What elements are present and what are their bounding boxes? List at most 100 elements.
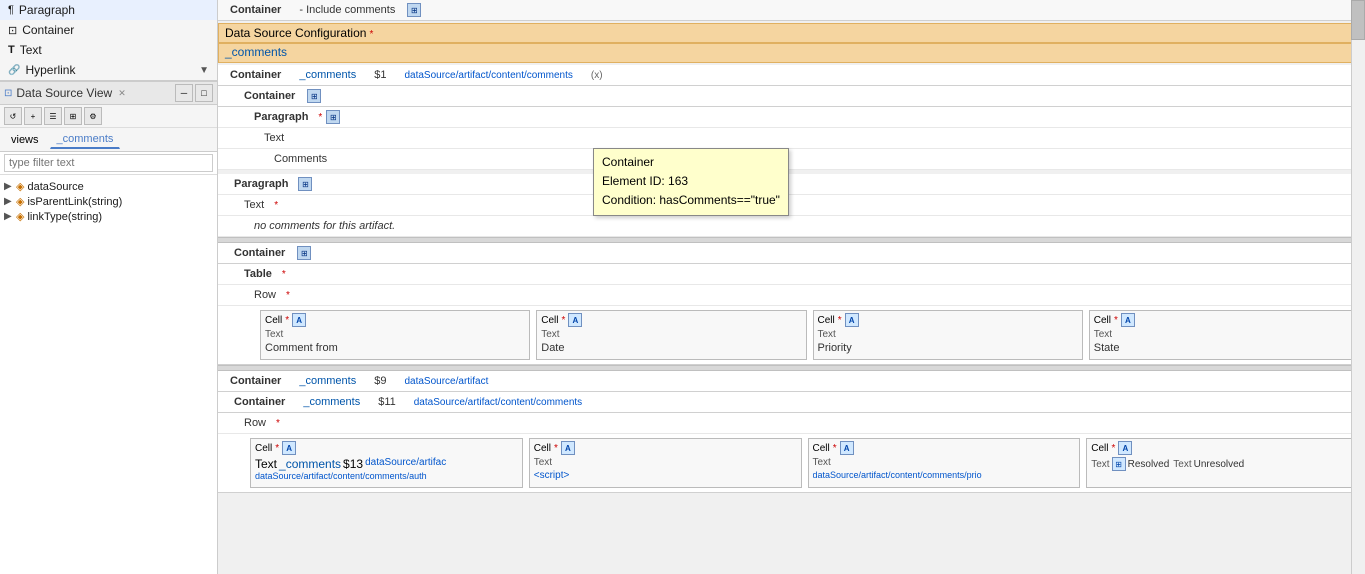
data-value-4a: Resolved: [1128, 459, 1170, 470]
tree-item-linktype[interactable]: ▶ ◈ linkType(string): [4, 209, 213, 224]
no-comments-row: no comments for this artifact.: [218, 216, 1365, 237]
container4-row: Container _comments $11 dataSource/artif…: [218, 392, 1365, 413]
cell-label-4: Cell: [1094, 315, 1111, 326]
tree-toggle: ▶: [4, 196, 16, 207]
cell-label-2: Cell: [541, 315, 558, 326]
cell-icon-3[interactable]: A: [845, 313, 859, 327]
cell-text-label-4: Text: [1094, 329, 1354, 340]
data-path-full-1: dataSource/artifact/content/comments/aut…: [255, 471, 518, 481]
sidebar-item-paragraph[interactable]: ¶ Paragraph: [0, 0, 217, 20]
data-cell-3: Cell * A Text dataSource/artifact/conten…: [808, 438, 1081, 488]
paragraph-icon-2[interactable]: ⊞: [298, 177, 312, 191]
data-cell-label-1: Cell: [255, 443, 272, 454]
datasource-header: ⊡ Data Source View ✕ ─ □: [0, 82, 217, 105]
top-container-label: Container: [224, 2, 287, 18]
container2-label: Container: [228, 245, 291, 261]
table-label: Table: [238, 266, 278, 282]
cell-value-2: Date: [541, 342, 801, 354]
data-text-label-1: Text: [255, 457, 277, 471]
settings-btn[interactable]: ⚙: [84, 107, 102, 125]
tooltip-title: Container: [602, 153, 780, 172]
add-btn[interactable]: +: [24, 107, 42, 125]
data-binding-1: _comments: [279, 457, 341, 471]
cell-icon-2[interactable]: A: [568, 313, 582, 327]
cell-text-label-2: Text: [541, 329, 801, 340]
sidebar-item-text[interactable]: T Text: [0, 40, 217, 60]
sidebar-item-label: Text: [20, 43, 42, 57]
data-cell-icon-1[interactable]: A: [282, 441, 296, 455]
path-1: dataSource/artifact/content/comments: [398, 68, 578, 83]
scrollbar-thumb[interactable]: [1351, 0, 1365, 40]
text-star-label: Text: [238, 197, 270, 213]
container3-binding: _comments: [293, 373, 362, 389]
isparentlink-tree-icon: ◈: [16, 195, 24, 208]
data-value-4b: Unresolved: [1194, 459, 1245, 470]
container4-dollar: $11: [372, 394, 402, 410]
cell-comment-from: Cell * A Text Comment from: [260, 310, 530, 360]
tooltip-element-id: Element ID: 163: [602, 172, 780, 191]
tab-comments[interactable]: _comments: [50, 130, 121, 149]
top-container-dash: - Include comments: [293, 2, 401, 18]
main-content: Container - Include comments ⊞ Data Sour…: [218, 0, 1365, 574]
container4-path: dataSource/artifact/content/comments: [408, 395, 588, 410]
data-cell-icon-2[interactable]: A: [561, 441, 575, 455]
container-label-1: Container: [224, 67, 287, 83]
cell-value-1: Comment from: [265, 342, 525, 354]
row2-header: Row *: [218, 413, 1365, 434]
tooltip-condition: Condition: hasComments=="true": [602, 191, 780, 210]
text-icon: T: [8, 44, 15, 56]
data-value-2: <script>: [534, 470, 797, 481]
grid-btn[interactable]: ⊞: [64, 107, 82, 125]
cell-value-3: Priority: [818, 342, 1078, 354]
container4-binding: _comments: [297, 394, 366, 410]
cell-icon-4[interactable]: A: [1121, 313, 1135, 327]
sidebar-item-hyperlink[interactable]: 🔗 Hyperlink ▼: [0, 60, 217, 80]
tab-views[interactable]: views: [4, 131, 46, 149]
data-path-full-3: dataSource/artifact/content/comments/pri…: [813, 470, 1076, 480]
refresh-btn[interactable]: ↺: [4, 107, 22, 125]
scrollbar-track: [1351, 0, 1365, 574]
cell-icon-1[interactable]: A: [292, 313, 306, 327]
data-cell-icon-3[interactable]: A: [840, 441, 854, 455]
data-text-label-4b: Text: [1173, 459, 1191, 470]
resolved-icon[interactable]: ⊞: [1112, 457, 1126, 471]
tree-area: ▶ ◈ dataSource ▶ ◈ isParentLink(string) …: [0, 175, 217, 574]
cell-priority: Cell * A Text Priority: [813, 310, 1083, 360]
paren-1: (x): [585, 68, 609, 83]
sidebar-item-container[interactable]: ⊡ Container: [0, 20, 217, 40]
comments-container-row: Container _comments $1 dataSource/artifa…: [218, 65, 1365, 86]
data-cell-label-4: Cell: [1091, 443, 1108, 454]
tree-item-datasource[interactable]: ▶ ◈ dataSource: [4, 179, 213, 194]
data-text-label-2: Text: [534, 457, 797, 468]
dollar-1: $1: [368, 67, 392, 83]
datasource-config-header: Data Source Configuration *: [218, 23, 1365, 43]
datasource-view-title: ⊡ Data Source View ✕: [4, 86, 126, 100]
container-icon: ⊡: [8, 24, 17, 37]
row2-label: Row: [238, 415, 272, 431]
filter-input[interactable]: [4, 154, 213, 172]
hyperlink-icon: 🔗: [8, 65, 20, 76]
text-label-1: Text: [258, 130, 290, 146]
tree-label: linkType(string): [27, 211, 102, 223]
container2-icon[interactable]: ⊞: [297, 246, 311, 260]
container3-path: dataSource/artifact: [398, 374, 494, 389]
top-container-icon[interactable]: ⊞: [407, 3, 421, 17]
tree-label: dataSource: [27, 181, 83, 193]
data-cell-2: Cell * A Text <script>: [529, 438, 802, 488]
inner-container-row: Container ⊞: [218, 86, 1365, 107]
sidebar-item-label: Paragraph: [19, 3, 75, 17]
data-cell-icon-4[interactable]: A: [1118, 441, 1132, 455]
tree-label: isParentLink(string): [27, 196, 122, 208]
minimize-btn[interactable]: ─: [175, 84, 193, 102]
datasource-tree-icon: ◈: [16, 180, 24, 193]
inner-container-icon[interactable]: ⊞: [307, 89, 321, 103]
maximize-btn[interactable]: □: [195, 84, 213, 102]
list-btn[interactable]: ☰: [44, 107, 62, 125]
cell-state: Cell * A Text State: [1089, 310, 1359, 360]
data-cell-label-2: Cell: [534, 443, 551, 454]
text-row-1: Text: [218, 128, 1365, 149]
cell-value-4: State: [1094, 342, 1354, 354]
paragraph-icon-1[interactable]: ⊞: [326, 110, 340, 124]
container2-row: Container ⊞: [218, 243, 1365, 264]
tree-item-isparentlink[interactable]: ▶ ◈ isParentLink(string): [4, 194, 213, 209]
